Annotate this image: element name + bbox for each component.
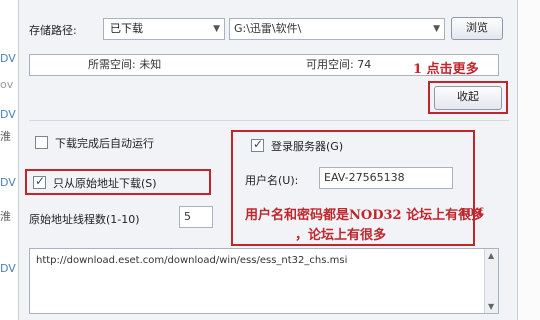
server-login-checkbox[interactable] [251, 137, 264, 152]
browse-button[interactable]: 浏览 [451, 17, 503, 40]
threads-value: 5 [184, 210, 191, 223]
auto-run-checkbox[interactable] [35, 136, 48, 149]
annotation-credentials-line2: ，论坛上有很多 [295, 228, 387, 243]
annotation-number: 10 f [459, 206, 483, 219]
threads-label: 原始地址线程数(1-10) [29, 213, 140, 226]
left-fragment: DV [0, 176, 16, 189]
required-space-text: 所需空间: 未知 [88, 58, 162, 71]
download-settings-dialog: 存储路径: 已下载 ▼ G:\迅雷\软件\ ▼ 浏览 所需空间: 未知 可用空间… [18, 0, 518, 320]
left-fragment: ov [0, 78, 14, 91]
scrollbar[interactable]: ▲ ▼ [484, 249, 498, 313]
auto-run-label: 下载完成后自动运行 [55, 137, 154, 150]
left-fragment: DV [0, 52, 16, 65]
left-fragment: 淮 [0, 210, 11, 223]
annotation-credentials-line1: 用户名和密码都是NOD32 论坛上有很多 [245, 208, 485, 223]
available-space-text: 可用空间: 74 [306, 58, 372, 71]
storage-path-label: 存储路径: [29, 24, 77, 37]
path-value: G:\迅雷\软件\ [234, 22, 302, 35]
background-window-strip: DV ov DV 淮 DV 淮 DV [0, 0, 18, 320]
username-field[interactable]: EAV-27565138 [319, 167, 453, 189]
annotation-click-more: 1 点击更多 [413, 62, 479, 77]
scroll-up-icon[interactable]: ▲ [488, 251, 494, 260]
chevron-down-icon: ▼ [433, 24, 440, 34]
url-value: http://download.eset.com/download/win/es… [36, 255, 348, 266]
scroll-down-icon[interactable]: ▼ [488, 302, 494, 311]
chevron-down-icon: ▼ [213, 24, 220, 34]
username-value: EAV-27565138 [324, 171, 405, 184]
folder-select-value: 已下载 [110, 22, 143, 35]
highlight-box [25, 169, 211, 195]
highlight-box [428, 81, 508, 114]
path-field[interactable]: G:\迅雷\软件\ ▼ [229, 18, 445, 40]
folder-select[interactable]: 已下载 ▼ [103, 18, 225, 40]
left-fragment: 淮 [0, 130, 11, 143]
username-label: 用户名(U): [245, 174, 299, 187]
divider [29, 120, 509, 121]
left-fragment: DV [0, 262, 16, 275]
server-login-label: 登录服务器(G) [271, 140, 344, 153]
left-fragment: DV [0, 108, 16, 121]
url-textarea[interactable]: http://download.eset.com/download/win/es… [29, 248, 499, 314]
threads-field[interactable]: 5 [179, 206, 213, 228]
